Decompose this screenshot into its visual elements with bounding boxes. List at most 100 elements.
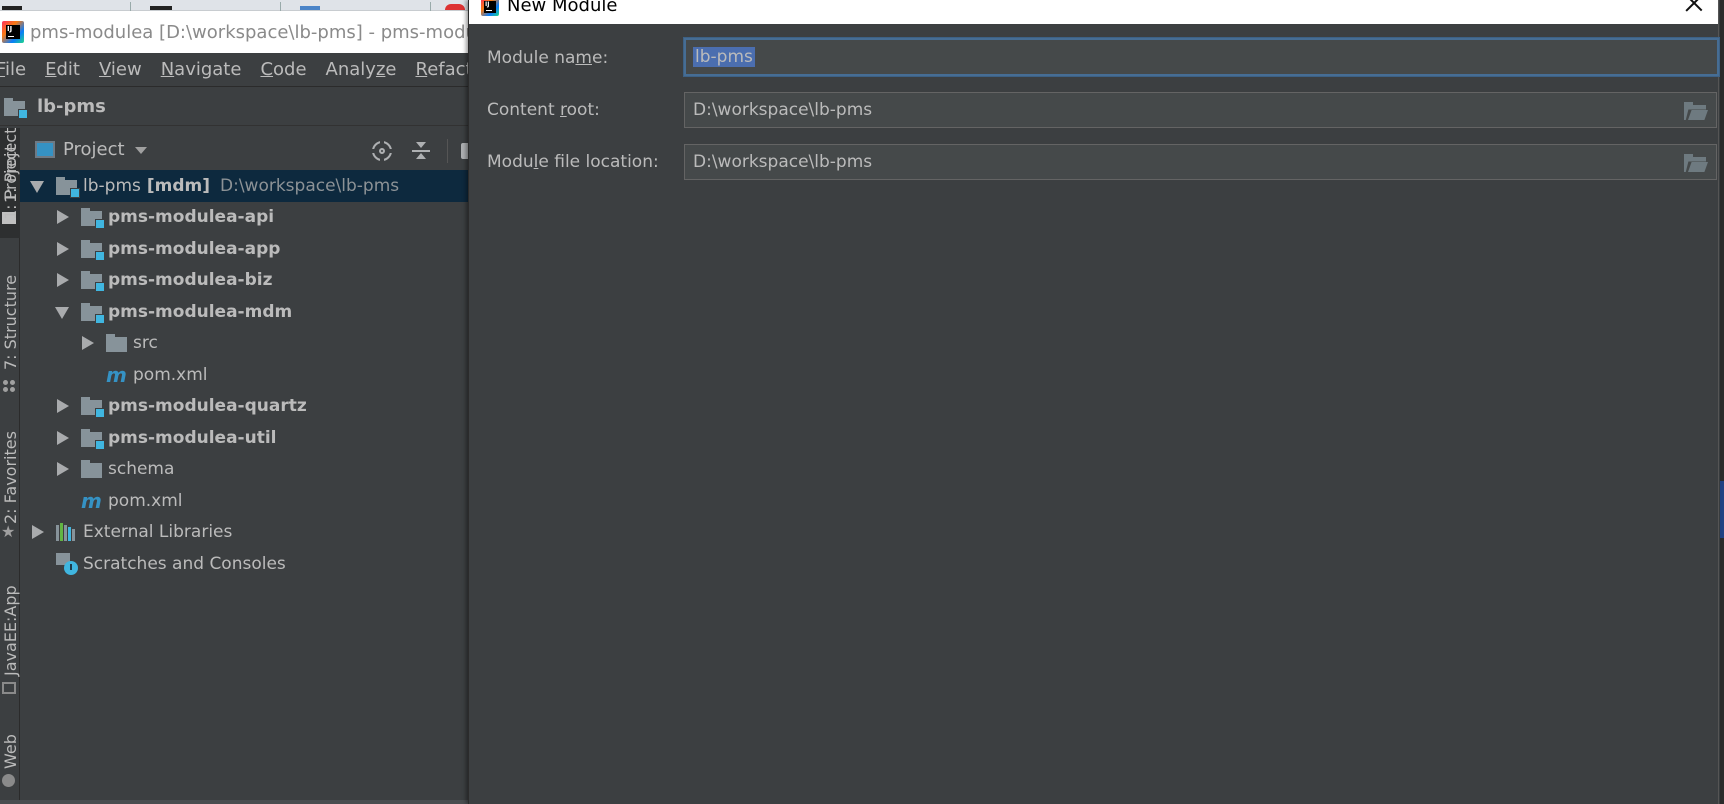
- folder-icon: [81, 460, 103, 479]
- module-file-location-input[interactable]: D:\workspace\lb-pms: [684, 144, 1717, 180]
- field-value: D:\workspace\lb-pms: [693, 152, 873, 172]
- tree-item[interactable]: External Libraries: [20, 517, 468, 549]
- scrollbar-marker[interactable]: [1720, 481, 1724, 538]
- maven-icon: m: [81, 488, 102, 513]
- collapsed-arrow-icon[interactable]: [55, 272, 69, 288]
- collapsed-arrow-icon[interactable]: [55, 209, 69, 225]
- ide-right-edge: [1720, 0, 1724, 804]
- tree-item[interactable]: m pom.xml: [20, 485, 468, 517]
- field-value: D:\workspace\lb-pms: [693, 100, 873, 120]
- tree-item[interactable]: lb-pms [mdm] D:\workspace\lb-pms: [20, 170, 468, 202]
- tree-item-label: pom.xml: [133, 364, 208, 385]
- browse-folder-icon[interactable]: [1684, 102, 1708, 120]
- tree-item[interactable]: pms-modulea-mdm: [20, 296, 468, 328]
- tree-item[interactable]: schema: [20, 454, 468, 486]
- tool-button-javaee[interactable]: [0, 578, 20, 698]
- project-tree: lb-pms [mdm] D:\workspace\lb-pms pms-module…: [20, 170, 468, 580]
- expanded-arrow-icon[interactable]: [30, 178, 44, 194]
- form-row: Content root: D:\workspace\lb-pms: [487, 91, 1717, 129]
- tree-item-label: lb-pms: [83, 175, 141, 196]
- tree-item-label: pms-modulea-util: [108, 427, 277, 448]
- tool-button-structure[interactable]: [0, 268, 20, 398]
- tree-item-label: pms-modulea-api: [108, 207, 275, 228]
- folder-icon: [106, 334, 128, 353]
- gear-icon[interactable]: [461, 143, 468, 159]
- menu-refacto[interactable]: Refacto: [415, 59, 468, 80]
- module-folder-icon: [81, 239, 105, 261]
- locate-file-icon-center: [379, 148, 385, 154]
- tree-item[interactable]: src: [20, 328, 468, 360]
- tree-item[interactable]: pms-modulea-util: [20, 422, 468, 454]
- tree-item-label: pom.xml: [108, 490, 183, 511]
- tree-item-label: pms-modulea-quartz: [108, 396, 307, 417]
- tree-item-label: src: [133, 333, 158, 354]
- tree-item-label: Scratches and Consoles: [83, 553, 286, 574]
- module-folder-icon: [81, 271, 105, 293]
- module-folder-icon: [56, 176, 80, 198]
- field-label: Content root:: [487, 100, 600, 120]
- tool-button-web[interactable]: [0, 718, 20, 798]
- tree-item[interactable]: pms-modulea-biz: [20, 265, 468, 297]
- maven-icon: m: [106, 362, 127, 387]
- tree-item[interactable]: Scratches and Consoles: [20, 548, 468, 580]
- tool-button-favorites[interactable]: [0, 418, 20, 548]
- menu-edit[interactable]: Edit: [45, 59, 80, 80]
- tool-label: 1: Project: [1, 127, 20, 203]
- dialog-title: New Module: [507, 0, 618, 16]
- taskbar-separator: [280, 2, 281, 11]
- chevron-down-icon[interactable]: [134, 147, 147, 154]
- module-folder-icon: [81, 397, 105, 419]
- menu-file[interactable]: File: [0, 59, 26, 80]
- menu-view[interactable]: View: [99, 59, 142, 80]
- project-toolbar: Project: [20, 131, 468, 167]
- close-icon[interactable]: [1684, 0, 1704, 12]
- project-tool-window: Project lb-pms [mdm] D:\workspace\lb-pms pm…: [20, 128, 468, 800]
- navigation-bar: lb-pms: [0, 88, 468, 126]
- tree-item[interactable]: pms-modulea-app: [20, 233, 468, 265]
- menu-navigate[interactable]: Navigate: [161, 59, 242, 80]
- menu-analyze[interactable]: Analyze: [326, 59, 397, 80]
- taskbar-thumbnail[interactable]: [445, 4, 465, 10]
- collapse-all-icon[interactable]: [412, 141, 430, 161]
- scratches-icon: [56, 552, 78, 575]
- window-title: pms-modulea [D:\workspace\lb-pms] - pms-…: [30, 21, 468, 43]
- tree-item-label: pms-modulea-mdm: [108, 301, 293, 322]
- menu-code[interactable]: Code: [260, 59, 306, 80]
- taskbar-thumbnail[interactable]: [300, 6, 320, 10]
- tree-item[interactable]: pms-modulea-quartz: [20, 391, 468, 423]
- expanded-arrow-icon[interactable]: [55, 304, 69, 320]
- project-view-icon: [35, 140, 55, 158]
- collapsed-arrow-icon[interactable]: [55, 461, 69, 477]
- tree-item[interactable]: m pom.xml: [20, 359, 468, 391]
- dialog-title-bar[interactable]: IJ New Module: [469, 0, 1718, 24]
- tree-item-label: pms-modulea-biz: [108, 270, 273, 291]
- menu-bar: File Edit View Navigate Code Analyze Refacto: [0, 53, 468, 87]
- breadcrumb-project[interactable]: lb-pms: [37, 96, 106, 117]
- libraries-icon: [56, 523, 78, 542]
- taskbar-thumbnail[interactable]: [150, 6, 172, 10]
- collapsed-arrow-icon[interactable]: [30, 524, 44, 540]
- tool-window-stripe: 1: Project: [0, 128, 20, 804]
- taskbar-thumbnail[interactable]: [2, 6, 22, 10]
- module-folder-icon: [4, 97, 28, 119]
- module-name-input[interactable]: lb-pms: [684, 38, 1719, 76]
- tree-item[interactable]: pms-modulea-api: [20, 202, 468, 234]
- module-qualifier: [mdm]: [146, 175, 210, 196]
- project-view-selector[interactable]: Project: [63, 139, 125, 160]
- collapsed-arrow-icon[interactable]: [80, 335, 94, 351]
- tool-button-project[interactable]: 1: Project: [0, 128, 20, 238]
- field-label: Module name:: [487, 48, 609, 68]
- module-folder-icon: [81, 302, 105, 324]
- browse-folder-icon[interactable]: [1684, 154, 1708, 172]
- taskbar-separator: [430, 2, 431, 11]
- collapsed-arrow-icon[interactable]: [55, 241, 69, 257]
- taskbar-strip: [0, 0, 468, 11]
- tree-item-label: External Libraries: [83, 522, 233, 543]
- content-root-input[interactable]: D:\workspace\lb-pms: [684, 92, 1717, 128]
- collapsed-arrow-icon[interactable]: [55, 398, 69, 414]
- form-row: Module name: lb-pms: [487, 38, 1719, 77]
- tree-item-label: schema: [108, 459, 175, 480]
- collapsed-arrow-icon[interactable]: [55, 430, 69, 446]
- field-label: Module file location:: [487, 152, 659, 172]
- intellij-logo-icon: IJ: [2, 21, 24, 43]
